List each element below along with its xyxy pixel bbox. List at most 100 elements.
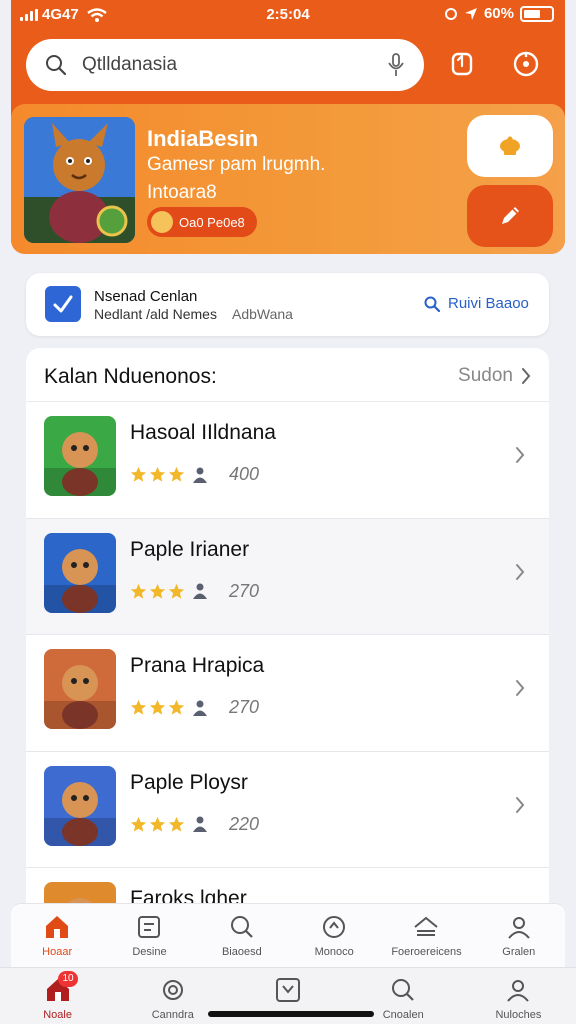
game-thumbnail (44, 532, 116, 613)
star-icon (168, 583, 185, 599)
list-title: Kalan Nduenonos: (44, 365, 217, 388)
list-header: Kalan Nduenonos: Sudon (26, 348, 549, 402)
chevron-right-icon (516, 447, 525, 463)
profile-button[interactable] (506, 44, 546, 84)
promo-subtitle-line-2: Intoara8 (147, 182, 217, 203)
nav-item-4[interactable]: Foeroereicens (380, 904, 472, 967)
see-all-button[interactable]: Sudon (458, 365, 531, 387)
nav-item-label: Monoco (314, 946, 354, 958)
navigation-arrow-icon (464, 7, 477, 20)
nav-item-3[interactable]: Monoco (288, 904, 380, 967)
section-nav-bar: Hoaar Desine Biaoesd Monoco Foeroereicens Gra… (11, 903, 565, 967)
search-bar[interactable] (26, 39, 424, 91)
battery-icon (520, 5, 554, 22)
nav-item-1[interactable]: Desine (103, 904, 195, 967)
promo-subtitle: Gamesr pam lrugmh. Intoara8 (147, 151, 325, 207)
play-count: 270 (229, 580, 260, 601)
bookmark-button[interactable] (442, 44, 482, 84)
home-icon (43, 914, 71, 943)
game-thumbnail (44, 416, 116, 496)
user-icon (505, 977, 531, 1006)
search-icon (424, 296, 440, 312)
status-bar: 4G47 2:5:04 60% (0, 0, 576, 34)
search-icon (46, 55, 67, 76)
info-link-label: Ruivi Baaoo (448, 295, 529, 312)
pill-avatar-icon (151, 211, 173, 233)
mail-icon (275, 977, 301, 1006)
tab-item-label: Cnoalen (382, 1009, 424, 1021)
list-item[interactable]: Hasoal IIldnana 400 (26, 402, 549, 519)
user-icon (193, 700, 207, 716)
star-icon (168, 816, 185, 832)
promo-pill-button[interactable]: Oa0 Pe0e8 (147, 207, 257, 237)
star-icon (130, 466, 147, 482)
search-icon (229, 914, 255, 943)
user-icon (193, 583, 207, 599)
game-rating: 220 (130, 814, 259, 835)
star-icon (168, 466, 185, 482)
checkmark-icon (45, 286, 81, 322)
nav-item-5[interactable]: Gralen (473, 904, 565, 967)
play-count: 270 (229, 697, 260, 717)
game-rating: 270 (130, 581, 259, 602)
info-title: Nsenad Cenlan (94, 288, 198, 305)
crown-icon (500, 136, 520, 155)
chevron-right-icon (516, 563, 525, 580)
star-icon (130, 583, 147, 599)
location-icon (444, 7, 457, 20)
info-card[interactable]: Nsenad Cenlan Nedlant /ald Nemes AdbWana… (26, 273, 549, 336)
list-item[interactable]: Paple Irianer 270 (26, 518, 549, 635)
promo-subtitle-line-1: Gamesr pam lrugmh. (147, 154, 326, 175)
see-all-label: Sudon (458, 365, 513, 386)
star-icon (149, 583, 166, 599)
discover-icon (321, 914, 347, 943)
star-icon (130, 699, 147, 715)
game-rating: 400 (130, 464, 259, 485)
nav-item-label: Desine (132, 946, 167, 958)
nav-item-0[interactable]: Hoaar (11, 904, 103, 967)
star-icon (149, 699, 166, 715)
game-name: Paple Irianer (130, 537, 250, 561)
list-item[interactable]: Paple Ploysr 220 (26, 752, 549, 868)
bookmark-icon (451, 52, 473, 76)
star-icon (168, 699, 185, 715)
tab-item-label: Noale (43, 1009, 72, 1021)
settings-icon (160, 977, 186, 1006)
promo-banner[interactable]: IndiaBesin Gamesr pam lrugmh. Intoara8 O… (11, 104, 565, 254)
game-list-card: Kalan Nduenonos: Sudon Hasoal IIldnana 40… (26, 348, 549, 948)
microphone-icon[interactable] (386, 52, 406, 78)
list-item[interactable]: Prana Hrapica 270 (26, 635, 549, 752)
info-search-link[interactable]: Ruivi Baaoo (424, 295, 529, 312)
search-icon (390, 977, 416, 1006)
play-count: 400 (229, 464, 260, 484)
compass-icon (513, 51, 539, 77)
home-indicator (208, 1011, 374, 1017)
user-icon (193, 816, 207, 832)
tab-item-label: Nuloches (495, 1009, 542, 1021)
promo-title: IndiaBesin (147, 126, 259, 151)
game-character-illustration (24, 117, 135, 243)
nav-item-2[interactable]: Biaoesd (196, 904, 288, 967)
promo-edit-button[interactable] (467, 185, 553, 247)
game-name: Prana Hrapica (130, 654, 265, 677)
star-icon (149, 466, 166, 482)
search-input[interactable] (82, 54, 372, 76)
info-middle-label: AdbWana (232, 306, 293, 322)
nav-item-label: Hoaar (42, 946, 73, 958)
game-thumbnail (44, 649, 116, 729)
star-icon (149, 816, 166, 832)
tab-item-label: Canndra (151, 1009, 194, 1021)
battery-percent: 60% (483, 5, 514, 22)
tab-item-0[interactable]: Noale 10 (0, 968, 115, 1024)
profile-icon (506, 914, 532, 943)
chevron-right-icon (522, 368, 531, 384)
user-icon (193, 467, 207, 483)
game-list: Hasoal IIldnana 400 Paple Irianer 270 Prana … (26, 402, 549, 948)
nav-item-label: Gralen (502, 946, 536, 958)
tab-item-4[interactable]: Nuloches (461, 968, 576, 1024)
library-icon (412, 914, 440, 943)
news-icon (136, 914, 162, 943)
promo-crown-button[interactable] (467, 115, 553, 177)
nav-item-label: Biaoesd (221, 946, 262, 958)
notification-badge: 10 (58, 971, 78, 987)
